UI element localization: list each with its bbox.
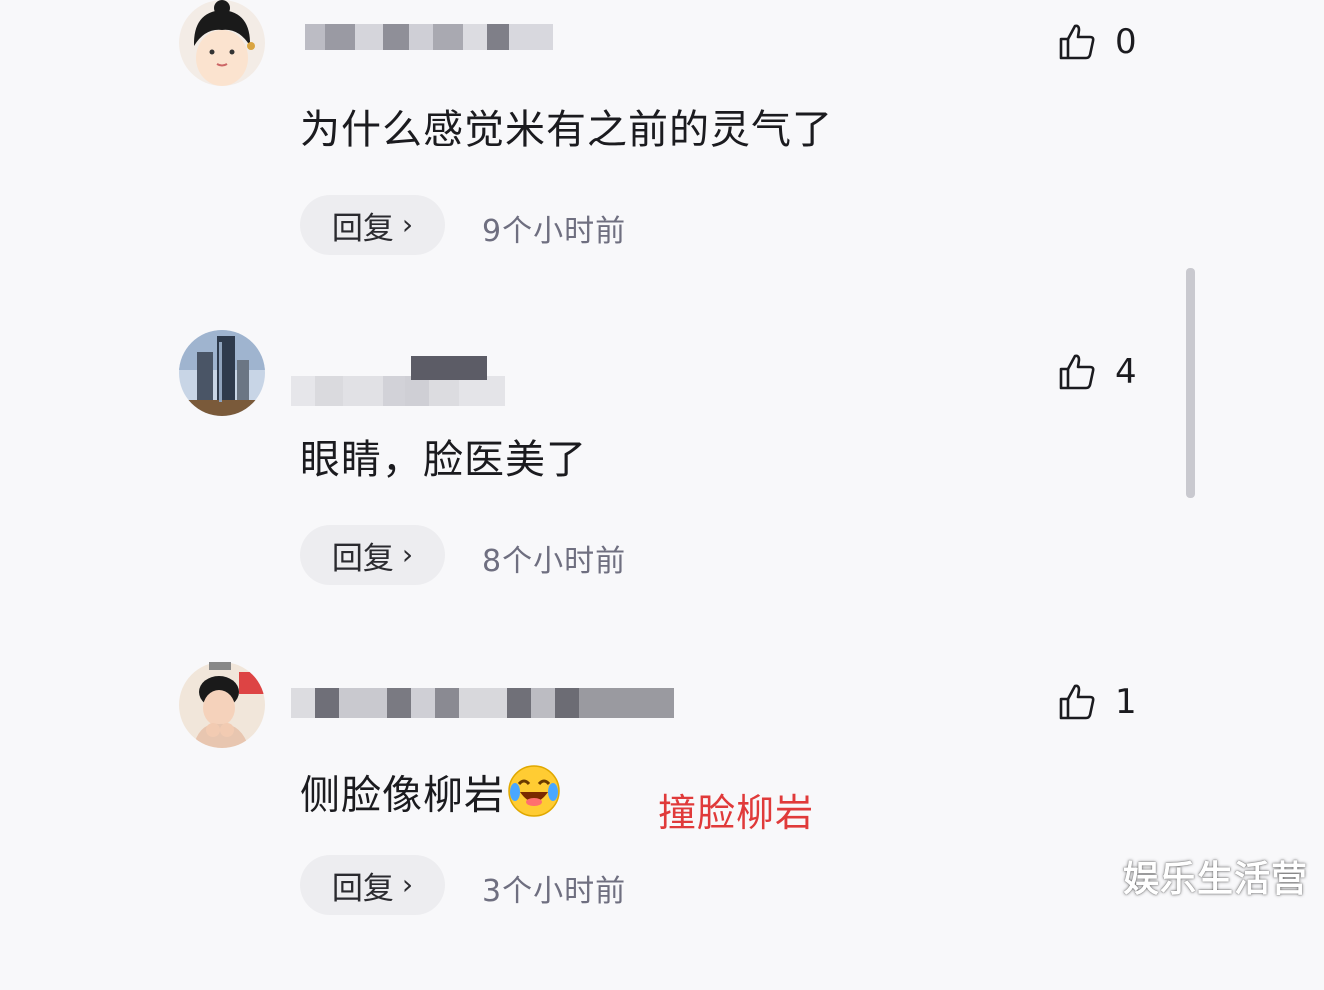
like-button[interactable]: 0 bbox=[1057, 22, 1137, 62]
username-blurred[interactable] bbox=[305, 24, 553, 50]
reply-label: 回复 bbox=[331, 210, 394, 247]
avatar[interactable] bbox=[179, 662, 265, 748]
chevron-right-icon: › bbox=[401, 207, 414, 241]
thumbs-up-icon bbox=[1059, 24, 1095, 60]
username-blurred[interactable] bbox=[291, 376, 505, 406]
like-count: 4 bbox=[1115, 352, 1137, 392]
reply-button[interactable]: 回复 › bbox=[300, 855, 445, 915]
avatar[interactable] bbox=[179, 0, 265, 86]
thumbs-up-icon bbox=[1059, 354, 1095, 390]
reply-label: 回复 bbox=[331, 540, 394, 577]
annotation-text: 撞脸柳岩 bbox=[658, 791, 815, 835]
comment-timestamp: 8个小时前 bbox=[482, 544, 627, 579]
reply-button[interactable]: 回复 › bbox=[300, 195, 445, 255]
reply-label: 回复 bbox=[331, 870, 394, 907]
like-count: 1 bbox=[1115, 682, 1137, 722]
chevron-right-icon: › bbox=[401, 867, 414, 901]
username-blur-overlay bbox=[411, 356, 487, 380]
scrollbar[interactable] bbox=[1186, 268, 1195, 498]
laughing-crying-emoji-icon bbox=[507, 764, 561, 831]
like-button[interactable]: 1 bbox=[1057, 682, 1137, 722]
watermark: 娱乐生活营 bbox=[1122, 859, 1308, 900]
chevron-right-icon: › bbox=[401, 537, 414, 571]
comment-text-content: 侧脸像柳岩 bbox=[300, 772, 505, 819]
reply-button[interactable]: 回复 › bbox=[300, 525, 445, 585]
username-blurred[interactable] bbox=[291, 688, 674, 718]
avatar-badge bbox=[209, 662, 231, 670]
comment-text: 侧脸像柳岩 bbox=[300, 764, 561, 831]
comment-item-2: 4 眼睛，脸医美了 回复 › 8个小时前 bbox=[0, 330, 1324, 660]
like-button[interactable]: 4 bbox=[1057, 352, 1137, 392]
like-count: 0 bbox=[1115, 22, 1137, 62]
comment-timestamp: 9个小时前 bbox=[482, 214, 627, 249]
comment-item-1: 0 为什么感觉米有之前的灵气了 回复 › 9个小时前 bbox=[0, 0, 1324, 330]
thumbs-up-icon bbox=[1059, 684, 1095, 720]
comment-text: 眼睛，脸医美了 bbox=[300, 437, 587, 483]
comment-timestamp: 3个小时前 bbox=[482, 874, 627, 909]
comment-text: 为什么感觉米有之前的灵气了 bbox=[300, 107, 833, 153]
avatar[interactable] bbox=[179, 330, 265, 416]
